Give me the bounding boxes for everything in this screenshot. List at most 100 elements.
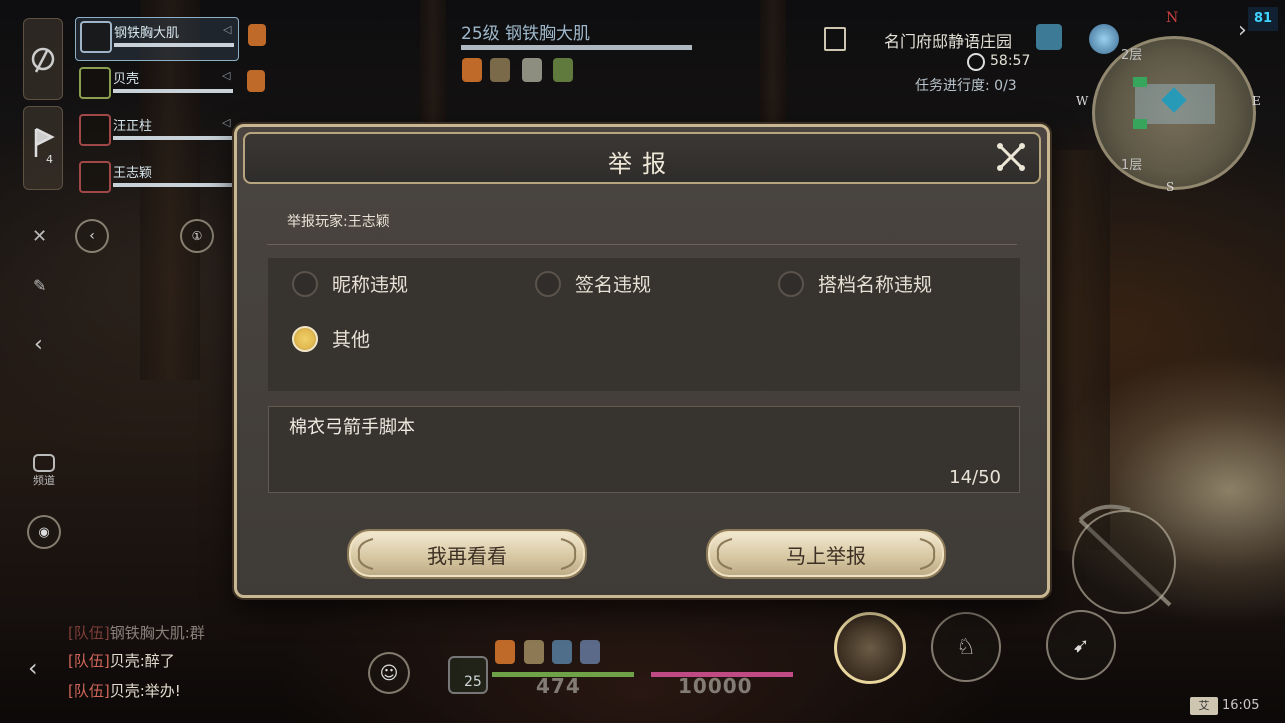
team-member-3[interactable]: 汪正柱 ◁ [75,111,237,153]
team-member-4[interactable]: 王志颖 [75,158,237,200]
reason-option-partner-name[interactable]: 搭档名称违规 [778,270,932,297]
instance-gate-icon[interactable] [1036,24,1062,50]
confirm-button-label: 马上举报 [786,543,866,568]
microphone-icon [31,47,55,73]
target-hp-bar [461,45,692,50]
chevron-left-icon: ‹ [89,228,95,244]
reason-option-signature[interactable]: 签名违规 [535,270,651,297]
speaker-muted-icon[interactable]: ◁ [223,23,231,36]
team-member-name: 王志颖 [113,166,153,181]
skill-mount-button[interactable]: ♘ [931,612,1001,682]
report-description-value[interactable]: 棉衣弓箭手脚本 [289,413,415,439]
channel-button[interactable]: 频道 [31,454,57,488]
radio-button-checked[interactable] [292,325,318,352]
close-button[interactable] [993,139,1029,175]
ornament-left-icon [357,538,374,570]
attack-button[interactable] [1072,510,1176,614]
buff-icon [248,24,266,46]
chat-collapse-icon[interactable]: ‹ [28,654,38,682]
emote-button[interactable]: ☺ [368,652,410,694]
compass-south: S [1166,180,1175,194]
speaker-muted-icon[interactable]: ◁ [222,116,230,129]
radio-button[interactable] [778,270,804,297]
team-member-1[interactable]: 钢铁胸大肌 ◁ [75,17,266,61]
radio-button[interactable] [292,270,318,297]
chocobo-icon: ♘ [956,634,976,660]
team-member-2[interactable]: 贝壳 ◁ [75,64,265,106]
chevron-right-icon[interactable]: › [1238,18,1247,43]
chat-message: 钢铁胸大肌:群 [109,624,205,642]
team-member-hp-bar [114,43,234,47]
reason-label: 搭档名称违规 [818,274,933,296]
network-icon: 艾 [1190,697,1218,715]
channel-label: 频道 [33,474,55,487]
collapse-left-icon[interactable]: ‹ [34,332,43,357]
floor-bottom-label: 1层 [1121,158,1143,173]
mute-speaker-icon[interactable]: ✕ [32,226,47,247]
buff-icon [524,640,544,664]
staff-class-icon [79,67,111,99]
team-member-hp-bar [113,183,233,187]
chat-line: [队伍]贝壳:醉了 [68,650,175,671]
team-member-name: 钢铁胸大肌 [114,26,180,41]
task-progress: 任务进行度: 0/3 [915,78,1017,94]
speaker-muted-icon[interactable]: ◁ [222,69,230,82]
camera-button[interactable]: ◉ [27,515,61,549]
chat-channel-tag: [队伍] [68,652,110,670]
team-member-name: 贝壳 [113,72,140,87]
task-list-icon[interactable] [824,27,846,51]
target-title: 25级 钢铁胸大肌 [461,24,591,44]
system-clock: 16:05 [1222,698,1260,713]
mute-mic-icon[interactable]: ✎ [33,276,46,295]
chat-message: 贝壳:举办! [109,682,181,700]
buff-icon [580,640,600,664]
buff-icon [495,640,515,664]
reported-player-label: 举报玩家:王志颖 [287,214,390,230]
prev-target-button[interactable]: ‹ [75,219,109,253]
sprint-button[interactable]: ➹ [1046,610,1116,680]
shield-class-icon [80,21,112,53]
report-dialog: 举报 举报玩家:王志颖 昵称违规 签名违规 搭档名称违规 其他 棉衣弓箭手脚本 … [234,124,1050,598]
floor-top-label: 2层 [1121,48,1143,63]
voice-button[interactable] [23,18,63,100]
buff-icon [553,58,573,82]
buff-icon [490,58,510,82]
mp-value: 10000 [678,674,753,698]
buff-icon [552,640,572,664]
close-icon [997,143,1025,171]
number-one-icon: ① [191,229,203,243]
chat-channel-tag: [队伍] [68,682,110,700]
team-member-hp-bar [113,89,233,93]
location-timer: 58:57 [990,53,1031,69]
radio-button[interactable] [535,270,561,297]
camera-icon: ◉ [38,524,50,540]
npc-marker-icon [1133,77,1147,87]
minimap[interactable]: 2层 1层 [1092,36,1256,190]
running-icon: ➹ [1072,633,1090,657]
world-map-button[interactable] [1089,24,1119,54]
skill-ultimate-button[interactable] [834,612,906,684]
reason-label: 其他 [332,329,371,351]
reason-option-nickname[interactable]: 昵称违规 [292,270,408,297]
target-lock-button[interactable]: ① [180,219,214,253]
cancel-button-label: 我再看看 [427,543,507,568]
ornament-left-icon [716,538,733,570]
bow-class-icon [79,114,111,146]
ornament-right-icon [560,538,577,570]
dialog-title: 举报 [608,150,676,178]
compass-north: N [1166,10,1179,26]
ornament-right-icon [919,538,936,570]
player-portrait[interactable]: 25 [448,656,488,694]
chat-line: [队伍]贝壳:举办! [68,680,181,701]
cancel-button[interactable]: 我再看看 [347,529,587,579]
reason-option-other[interactable]: 其他 [292,325,370,352]
reason-options-panel: 昵称违规 签名违规 搭档名称违规 其他 [268,258,1020,391]
fps-counter: 81 [1248,7,1278,31]
char-counter: 14/50 [949,467,1001,488]
clock-icon [967,53,985,71]
flag-icon [34,127,55,157]
chat-channel-tag: [队伍] [68,624,110,642]
quest-tab-button[interactable]: 4 [23,106,63,190]
confirm-report-button[interactable]: 马上举报 [706,529,946,579]
report-description-input[interactable]: 棉衣弓箭手脚本 14/50 [268,406,1020,493]
